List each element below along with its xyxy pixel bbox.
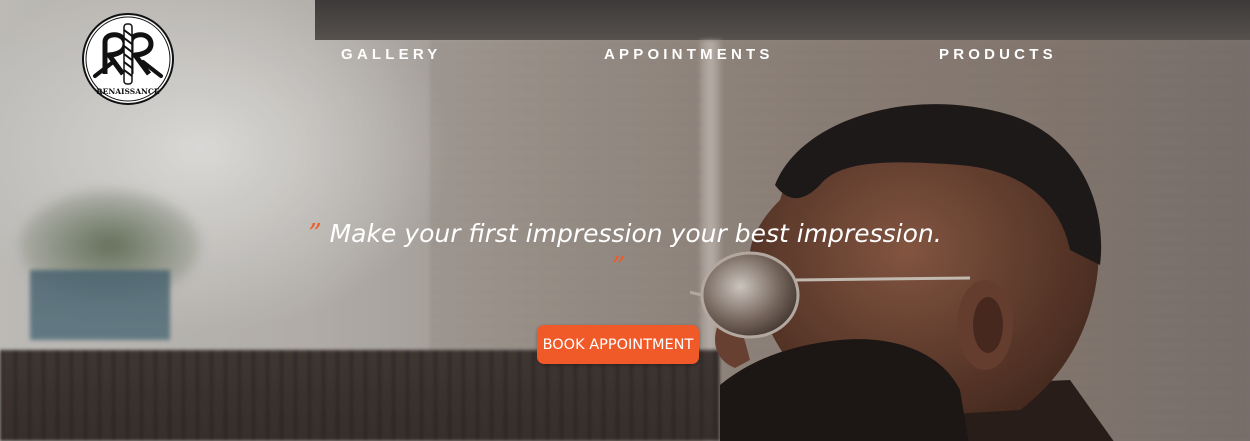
nav-gallery-link[interactable]: GALLERY (341, 46, 442, 63)
logo-link[interactable]: RENAISSANCE (81, 12, 175, 106)
close-quote-mark: ” (612, 252, 626, 282)
tagline-text: Make your first impression your best imp… (329, 219, 942, 248)
open-quote-mark: ” (308, 219, 322, 249)
logo-text: RENAISSANCE (96, 87, 159, 96)
nav-appointments-link[interactable]: APPOINTMENTS (604, 46, 774, 63)
nav-products-link[interactable]: PRODUCTS (939, 46, 1057, 63)
hero-tagline: ” Make your first impression your best i… (0, 216, 1250, 252)
renaissance-logo-icon: RENAISSANCE (82, 13, 174, 105)
book-appointment-button[interactable]: BOOK APPOINTMENT (537, 325, 699, 364)
